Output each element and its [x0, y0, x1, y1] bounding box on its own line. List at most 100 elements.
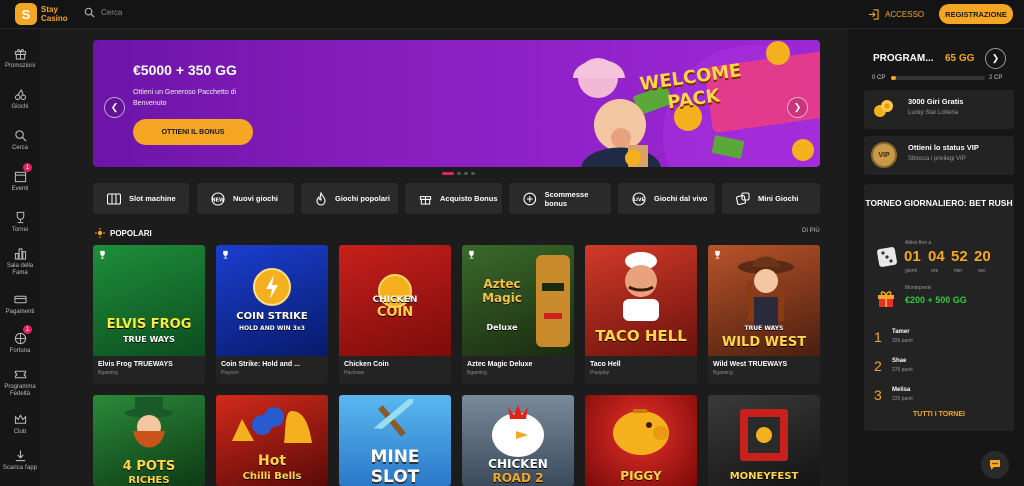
game-art-title: COIN STRIKE — [236, 311, 308, 322]
game-card[interactable]: CHICKEN COIN Chicken Coin Hacksaw — [339, 245, 451, 384]
game-art-title: Aztec Magic — [482, 277, 522, 305]
category-mini-giochi[interactable]: Mini Giochi — [722, 183, 820, 214]
trophy-icon — [715, 250, 720, 259]
game-card[interactable]: Hot Chilli Bells — [216, 395, 328, 486]
notification-badge: 1 — [23, 325, 32, 334]
sidebar-item-pagamenti[interactable]: Pagamenti — [0, 292, 40, 316]
game-card[interactable]: Aztec Magic Deluxe Aztec Magic Deluxe Bg… — [462, 245, 574, 384]
carousel-dot[interactable] — [471, 172, 475, 175]
category-giochi-dal-vivo[interactable]: LIVE Giochi dal vivo — [618, 183, 715, 214]
category-giochi-popolari[interactable]: Giochi popolari — [301, 183, 398, 214]
game-card[interactable]: TACO HELL Taco Hell Popiplay — [585, 245, 697, 384]
game-card[interactable]: COIN STRIKE HOLD AND WIN 3x3 Coin Strike… — [216, 245, 328, 384]
sidebar-item-giochi[interactable]: Giochi — [0, 87, 40, 111]
countdown-unit: sec — [978, 268, 986, 274]
sidebar-item-promozioni[interactable]: Promozioni — [0, 46, 40, 70]
trophy-icon — [100, 250, 105, 259]
more-link[interactable]: DI PIÙ — [802, 228, 820, 234]
sidebar-item-club[interactable]: Club — [0, 412, 40, 436]
chat-button[interactable] — [981, 451, 1009, 479]
wheel-icon: 1 — [13, 325, 32, 345]
sidebar-item-programma-fedelta[interactable]: Programma Fedeltà — [0, 367, 40, 398]
game-provider: Hacksaw — [344, 370, 365, 376]
login-label: ACCESSO — [885, 10, 925, 19]
game-thumbnail: MINE SLOT — [339, 395, 451, 486]
cherries-icon — [13, 87, 27, 101]
sidebar-item-sala-della-fama[interactable]: Sala della Fama — [0, 246, 40, 277]
game-art-subtitle: COIN — [376, 305, 414, 320]
new-icon: NEW — [211, 191, 225, 206]
banner-next-button[interactable]: ❯ — [787, 97, 808, 118]
all-tournaments-link[interactable]: TUTTI I TORNEI — [864, 411, 1014, 418]
spins-icon — [871, 96, 897, 122]
carousel-dot[interactable] — [457, 172, 461, 175]
offer-card-vip[interactable]: VIP Ottieni lo status VIP Sblocca i priv… — [864, 136, 1014, 175]
sidebar-item-scarica-app[interactable]: Scarica l'app — [0, 448, 40, 472]
gift-icon — [419, 196, 432, 205]
game-thumbnail: TACO HELL — [585, 245, 697, 356]
game-card[interactable]: MINE SLOT — [339, 395, 451, 486]
gift-icon — [878, 291, 894, 307]
chef-art — [623, 252, 659, 321]
sidebar-label: Fortuna — [9, 348, 31, 354]
game-title: Chicken Coin — [344, 361, 389, 368]
login-button[interactable]: ACCESSO — [868, 9, 924, 20]
game-card[interactable]: PIGGY — [585, 395, 697, 486]
game-art-subtitle: HOLD AND WIN 3x3 — [239, 325, 305, 332]
game-card[interactable]: ELVIS FROG TRUE WAYS Elvis Frog TRUEWAYS… — [93, 245, 205, 384]
register-button[interactable]: REGISTRAZIONE — [939, 4, 1013, 24]
game-card[interactable]: MONEYFEST — [708, 395, 820, 486]
sidebar-item-fortuna[interactable]: 1 Fortuna — [0, 325, 40, 355]
category-scommesse-bonus[interactable]: Scommesse bonus — [509, 183, 611, 214]
game-card[interactable]: TRUE WAYS WILD WEST Wild West TRUEWAYS B… — [708, 245, 820, 384]
sidebar-item-eventi[interactable]: 1 Eventi — [0, 163, 40, 193]
banner-prev-button[interactable]: ❮ — [104, 97, 125, 118]
game-art-title: ELVIS FROG — [106, 317, 192, 332]
carousel-dot[interactable] — [464, 172, 468, 175]
game-provider: Popiplay — [590, 370, 610, 376]
loyalty-value: 65 GG — [945, 53, 975, 64]
offer-title: Ottieni lo status VIP — [908, 143, 979, 152]
game-art-subtitle: HELL — [644, 327, 687, 345]
sidebar-label: Cerca — [11, 145, 28, 151]
trophy-icon — [223, 250, 228, 259]
leader-points: 326 punti — [892, 338, 913, 344]
bonus-bet-icon — [523, 192, 537, 205]
banner-title: €5000 + 350 GG — [133, 62, 237, 78]
category-acquisto-bonus[interactable]: Acquisto Bonus — [405, 183, 502, 214]
category-bar: Slot machine NEW Nuovi giochi Giochi pop… — [93, 183, 820, 214]
game-thumbnail: TRUE WAYS WILD WEST — [708, 245, 820, 356]
promo-banner[interactable]: WELCOME PACK €5000 + 350 GG Ottieni un G… — [93, 40, 820, 167]
game-art-subtitle: RICHES — [128, 475, 170, 486]
sidebar-label: Programma Fedeltà — [4, 384, 36, 397]
banner-subtitle: Ottieni un Generoso Pacchetto di Benvenu… — [133, 89, 237, 107]
countdown-unit: ore — [931, 268, 939, 274]
crown-icon — [13, 412, 27, 426]
chevron-left-icon: ❮ — [110, 102, 119, 112]
game-card[interactable]: 4 POTS RICHES — [93, 395, 205, 486]
game-title: Coin Strike: Hold and ... — [221, 361, 300, 368]
countdown-hours: 04 — [928, 248, 945, 265]
logo[interactable]: S Stay Casino — [15, 3, 68, 25]
leader-name: Shae — [892, 358, 907, 364]
logo-line-1: Stay — [41, 5, 58, 14]
carousel-dot[interactable] — [442, 172, 454, 175]
offer-card-free-spins[interactable]: 3000 Giri Gratis Lucky Star Lotteria — [864, 90, 1014, 129]
get-bonus-button[interactable]: OTTIENI IL BONUS — [133, 119, 253, 145]
sidebar-item-tornei[interactable]: Tornei — [0, 210, 40, 234]
leader-rank: 2 — [874, 358, 882, 374]
chevron-right-icon: ❯ — [793, 102, 802, 112]
search-input[interactable]: Cerca — [84, 7, 122, 18]
offer-subtitle: Lucky Star Lotteria — [908, 110, 959, 116]
trophy-icon — [13, 210, 27, 224]
chevron-right-icon: ❯ — [991, 53, 1000, 63]
game-thumbnail: PIGGY — [585, 395, 697, 486]
game-art-subtitle: TRUE WAYS — [123, 335, 175, 344]
ticket-icon — [13, 367, 27, 381]
game-art-title: CHICKEN — [488, 457, 548, 471]
sidebar-item-cerca[interactable]: Cerca — [0, 128, 40, 152]
loyalty-next-button[interactable]: ❯ — [985, 48, 1006, 69]
category-nuovi-giochi[interactable]: NEW Nuovi giochi — [197, 183, 294, 214]
game-card[interactable]: CHICKEN ROAD 2 — [462, 395, 574, 486]
category-slot-machine[interactable]: Slot machine — [93, 183, 189, 214]
